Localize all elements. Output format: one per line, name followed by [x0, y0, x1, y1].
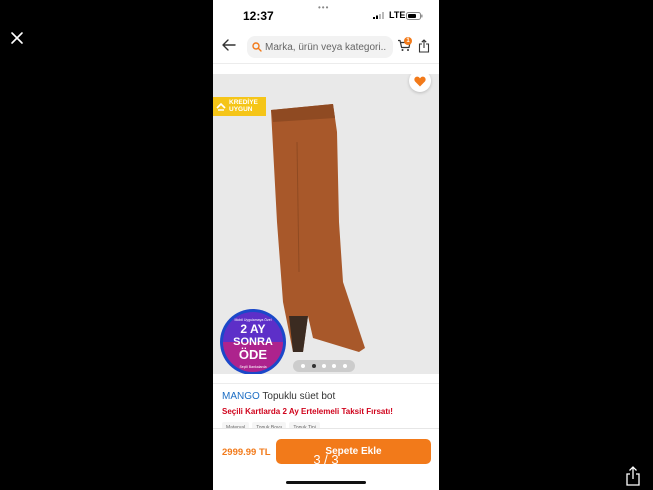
product-title: MANGO Topuklu süet bot [222, 391, 335, 402]
search-icon [252, 42, 262, 52]
image-counter: 3 / 3 [313, 452, 339, 467]
battery-icon [406, 12, 423, 20]
promo-line1: 2 AY [240, 322, 265, 336]
product-name: Topuklu süet bot [262, 391, 336, 402]
divider [213, 383, 439, 384]
search-input[interactable] [265, 36, 387, 58]
close-icon[interactable] [8, 29, 26, 47]
promo-line3: ÖDE [239, 347, 268, 362]
credit-icon [216, 102, 226, 111]
cart-count-badge: 1 [404, 37, 412, 45]
favorite-button[interactable] [409, 74, 431, 92]
product-image-carousel[interactable]: KREDİYE UYGUN Mobil Uygulamaya Özel 2 AY… [213, 74, 439, 374]
product-price: 2999.99 TL [222, 447, 271, 458]
status-dots: ••• [318, 3, 330, 12]
installment-promo-badge: Mobil Uygulamaya Özel 2 AY SONRA ÖDE Seç… [220, 309, 286, 374]
back-arrow-icon[interactable] [222, 39, 236, 51]
campaign-text[interactable]: Seçili Kartlarda 2 Ay Ertelemeli Taksit … [222, 407, 393, 416]
divider [213, 63, 439, 64]
share-icon[interactable] [418, 39, 430, 53]
brand-link[interactable]: MANGO [222, 391, 260, 402]
home-indicator [286, 481, 366, 484]
heart-icon [414, 76, 426, 87]
search-header: 1 [213, 34, 439, 60]
status-bar: 12:37 ••• LTE [213, 0, 439, 30]
carousel-dot[interactable] [332, 364, 337, 368]
credit-badge-line1: KREDİYE [229, 99, 258, 106]
credit-eligible-badge: KREDİYE UYGUN [213, 97, 266, 116]
carousel-dot[interactable] [301, 364, 306, 368]
carousel-dot[interactable] [321, 364, 326, 368]
carousel-dots [293, 360, 355, 372]
promo-bottom-text: Seçili Bankalarda [239, 365, 266, 369]
credit-badge-line2: UYGUN [229, 106, 253, 113]
signal-icon [373, 12, 384, 19]
phone-screenshot: 12:37 ••• LTE Marka, ürün veya kategori.… [213, 0, 439, 490]
carousel-dot[interactable] [342, 364, 347, 368]
share-icon[interactable] [624, 466, 642, 486]
search-box[interactable] [247, 36, 393, 58]
network-label: LTE [389, 10, 406, 20]
status-time: 12:37 [243, 9, 274, 23]
carousel-dot[interactable] [311, 364, 316, 368]
